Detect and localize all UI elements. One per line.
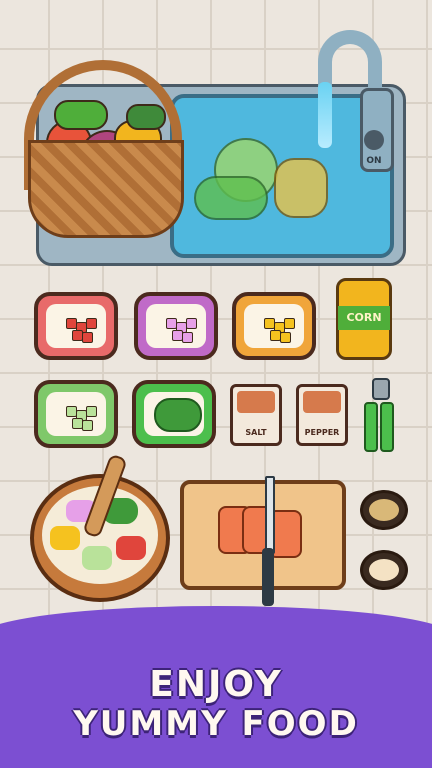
cube [82,332,93,343]
knife-icon[interactable] [265,476,275,554]
sauce-bowl[interactable] [360,550,408,590]
water-stream [318,82,332,148]
knife-handle[interactable] [262,548,274,606]
seasoning-contents [369,499,399,521]
cube [86,406,97,417]
seasoning-bowl[interactable] [360,490,408,530]
tray-inner [46,304,106,348]
cube [280,332,291,343]
tray-onion[interactable] [134,292,218,360]
corn-can-label: CORN [338,306,390,330]
faucet-knob-icon[interactable] [364,130,384,150]
salt-shaker[interactable]: SALT [230,384,282,446]
pepper-shaker[interactable]: PEPPER [296,384,348,446]
vegetable-basket[interactable] [28,140,184,238]
cucumber-icon[interactable] [126,104,166,130]
lettuce-icon[interactable] [54,100,108,130]
floating-herb-icon[interactable] [194,176,268,220]
cube [284,318,295,329]
tray-inner [46,392,106,436]
cube [186,318,197,329]
cilantro-icon [154,398,202,432]
salt-label: SALT [245,428,267,437]
sauce-contents [369,559,399,581]
cube [182,332,193,343]
shaker-lid [303,391,341,413]
cube [86,318,97,329]
game-scene: ON CORN SALT PEPPER ENJOY YUMMY FOOD [0,0,432,768]
tray-cucumber[interactable] [34,380,118,448]
tray-inner [144,392,204,436]
tray-corn[interactable] [232,292,316,360]
tray-cilantro[interactable] [132,380,216,448]
faucet-icon[interactable] [318,30,382,88]
faucet-on-label: ON [366,156,382,166]
tray-inner [244,304,304,348]
pepper-label: PEPPER [304,428,340,437]
shaker-lid [237,391,275,413]
banner-title-line1: ENJOY [149,664,283,705]
floating-pepper-icon[interactable] [274,158,328,218]
tray-tomato[interactable] [34,292,118,360]
banner-title-line2: YUMMY FOOD [73,704,359,744]
can-opener-icon[interactable] [364,378,394,452]
cube [82,420,93,431]
tray-inner [146,304,206,348]
